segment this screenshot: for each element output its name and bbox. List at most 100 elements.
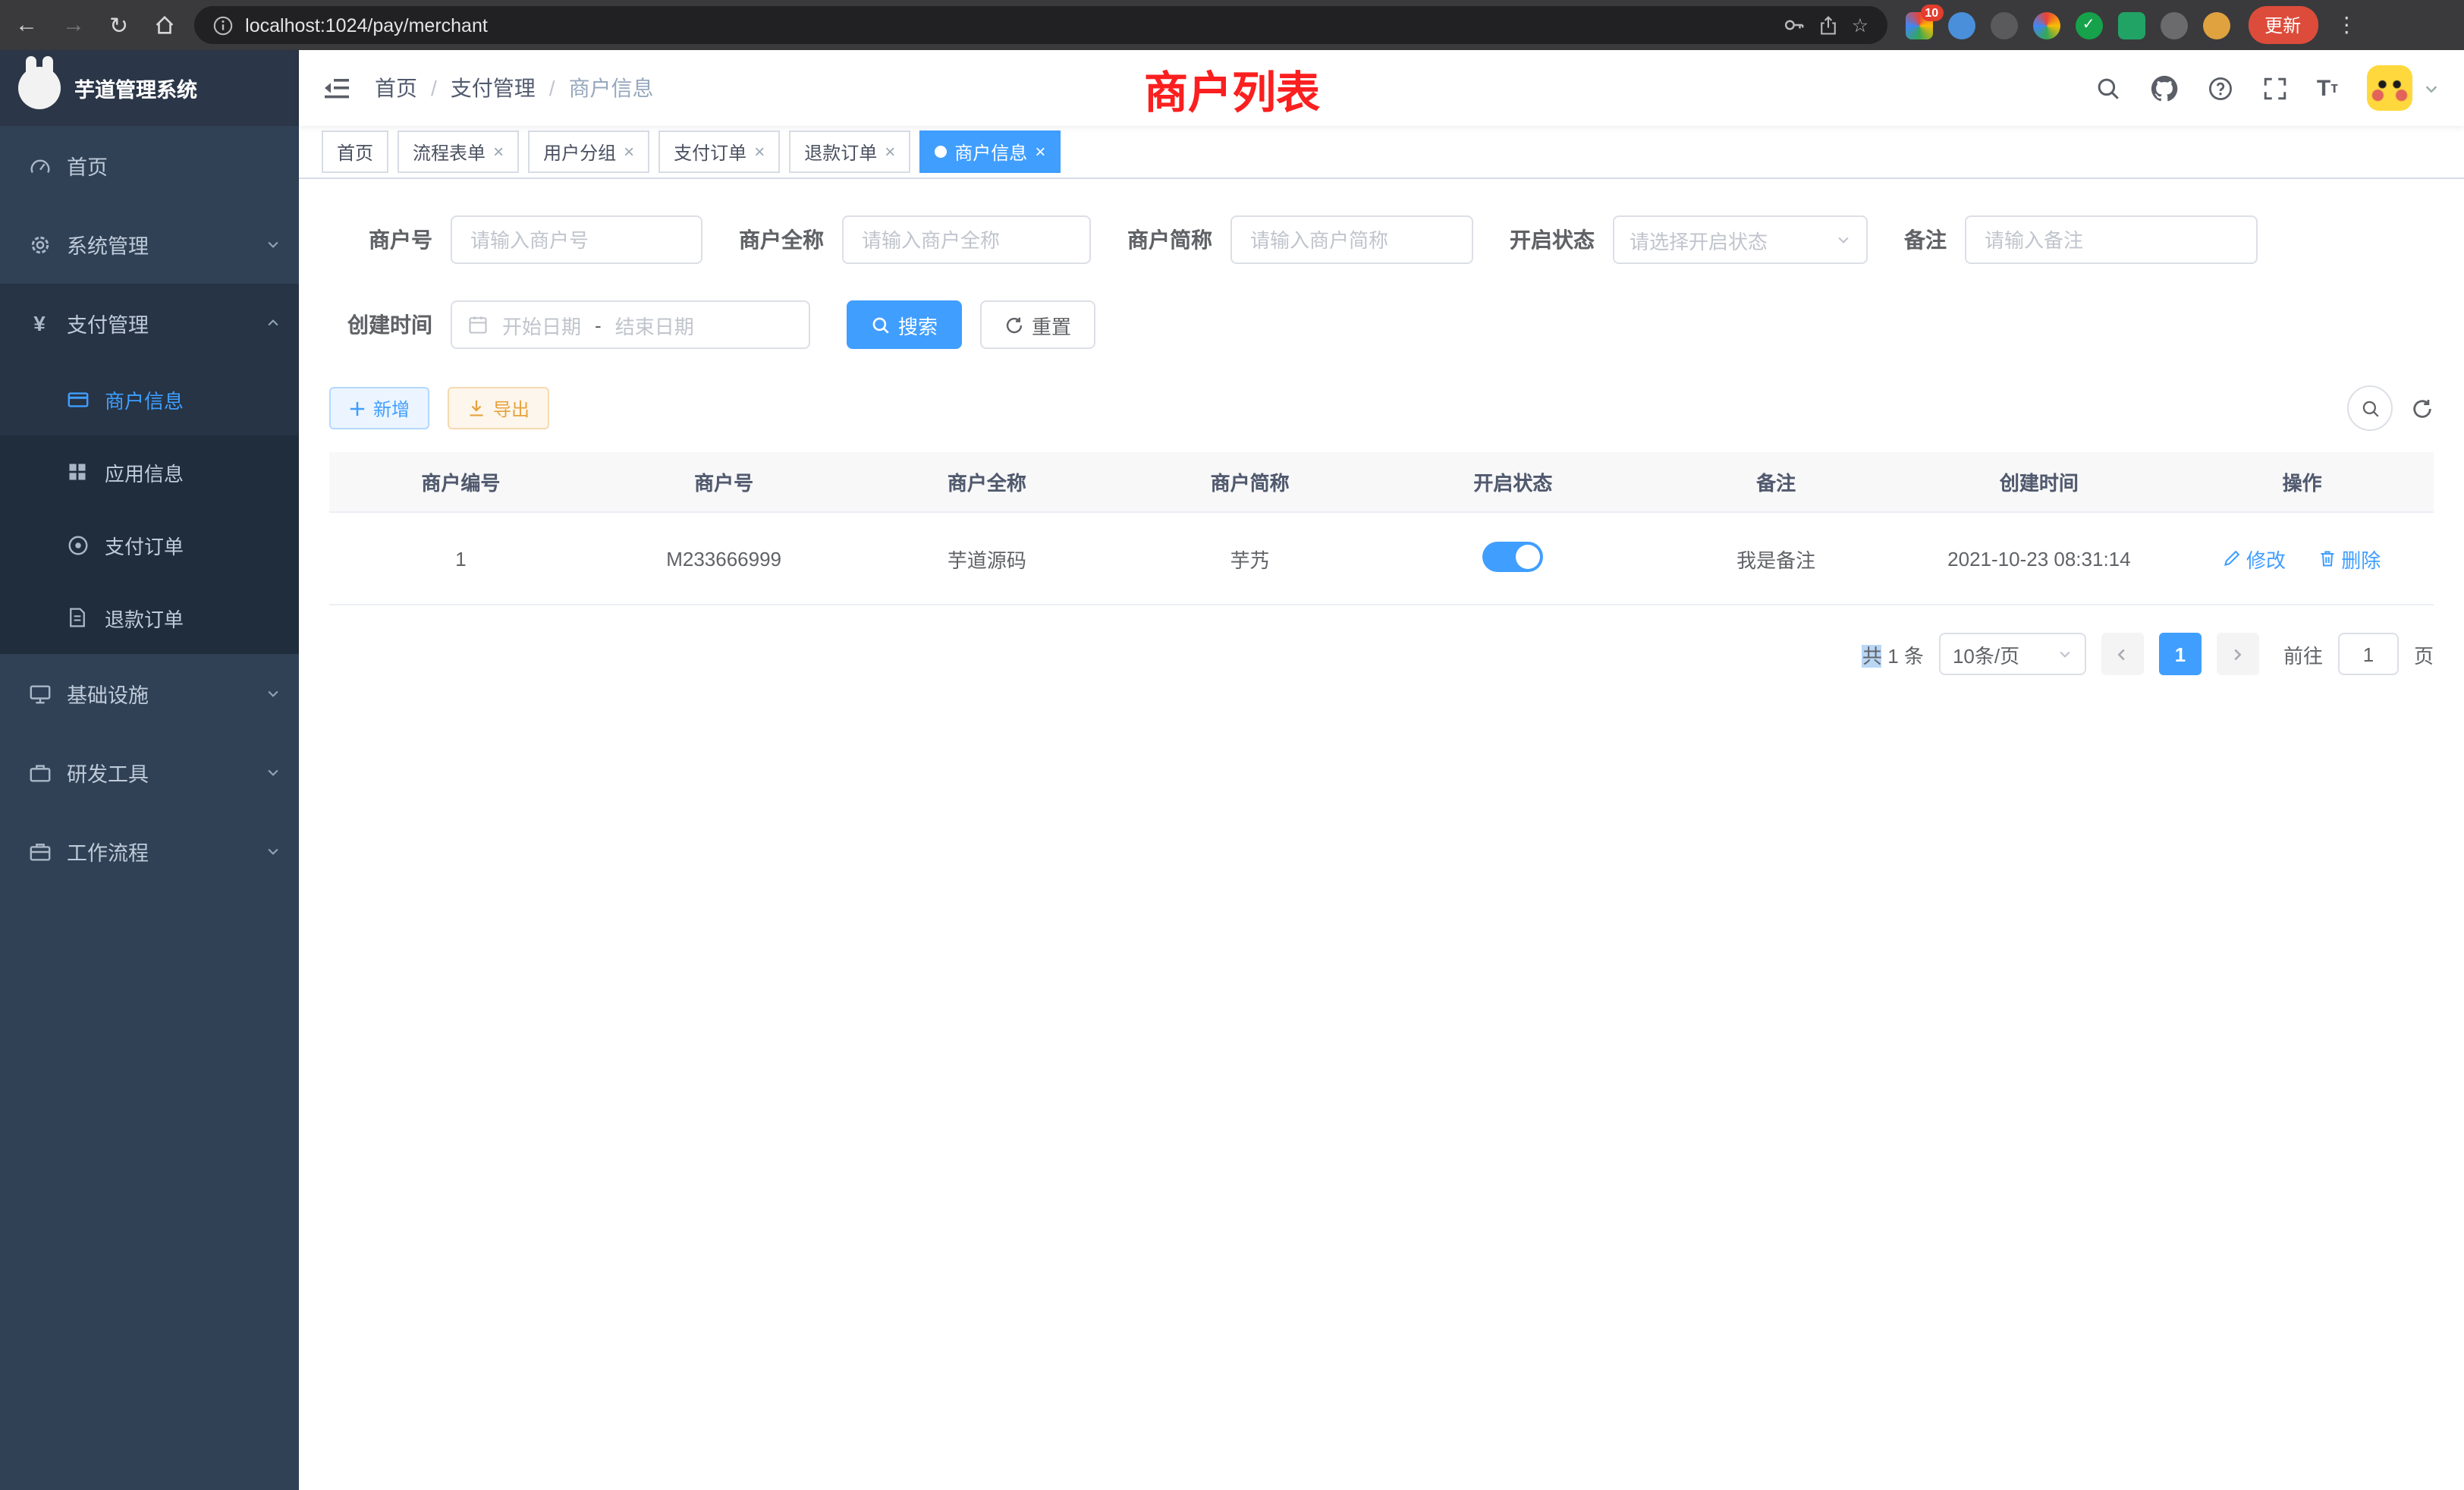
merchant-name-input[interactable] [842, 215, 1091, 264]
goto-suffix: 页 [2414, 640, 2434, 668]
date-range-picker[interactable]: 开始日期 - 结束日期 [451, 300, 810, 349]
github-icon[interactable] [2150, 74, 2179, 102]
close-icon[interactable]: × [754, 143, 765, 161]
prev-page-button[interactable] [2101, 633, 2144, 675]
page-size-select[interactable]: 10条/页 [1939, 633, 2086, 675]
breadcrumb-item-merchant: 商户信息 [569, 73, 654, 103]
screen: ← → ↻ localhost:1024/pay/merchant ☆ 10 [0, 0, 2464, 1490]
table-toolbar: 新增 导出 [329, 385, 2434, 431]
tab-home[interactable]: 首页 [322, 130, 388, 173]
pagination-total: 共 1 条 [1862, 640, 1924, 668]
user-menu[interactable] [2367, 65, 2440, 111]
tab-label: 商户信息 [954, 139, 1027, 165]
sidebar-subitem-payment-order[interactable]: 支付订单 [0, 508, 299, 581]
chevron-down-icon [2057, 646, 2073, 662]
font-size-icon[interactable]: Tт [2317, 75, 2338, 101]
close-icon[interactable]: × [493, 143, 504, 161]
tab-merchant-info[interactable]: 商户信息 × [919, 130, 1061, 173]
plus-icon [349, 400, 366, 417]
site-info-icon[interactable] [212, 14, 233, 36]
page-1-button[interactable]: 1 [2159, 633, 2202, 675]
sidebar-item-infrastructure[interactable]: 基础设施 [0, 654, 299, 733]
chevron-up-icon [266, 316, 281, 331]
tab-payment-order[interactable]: 支付订单 × [658, 130, 780, 173]
cell-full-name: 芋道源码 [856, 512, 1119, 605]
create-time-label: 创建时间 [329, 310, 432, 340]
extensions-row: 10 ✓ [1905, 11, 2230, 39]
sidebar-item-workflow[interactable]: 工作流程 [0, 812, 299, 891]
start-date-placeholder[interactable]: 开始日期 [502, 310, 581, 339]
status-toggle[interactable] [1482, 541, 1543, 571]
sidebar-item-payment[interactable]: ¥ 支付管理 [0, 284, 299, 363]
extension-icon-3[interactable] [1990, 11, 2017, 39]
sidebar-item-system[interactable]: 系统管理 [0, 205, 299, 284]
url-bar[interactable]: localhost:1024/pay/merchant ☆ [193, 6, 1887, 44]
rabbit-logo-icon [18, 67, 61, 109]
reload-button[interactable]: ↻ [109, 11, 128, 39]
next-page-button[interactable] [2217, 633, 2259, 675]
sidebar-toggle-icon[interactable] [323, 76, 350, 100]
extension-icon-2[interactable] [1947, 11, 1975, 39]
page-content: 商户号 商户全称 商户简称 开启状态 请选择开启状态 [299, 179, 2464, 1490]
cell-short-name: 芋艿 [1118, 512, 1381, 605]
app-logo[interactable]: 芋道管理系统 [0, 50, 299, 126]
col-full-name: 商户全称 [856, 452, 1119, 512]
cell-actions: 修改 删除 [2170, 512, 2434, 605]
password-key-icon[interactable] [1784, 14, 1806, 36]
monitor-icon [26, 682, 53, 705]
extension-icon-7[interactable] [2160, 11, 2187, 39]
tab-user-group[interactable]: 用户分组 × [528, 130, 649, 173]
back-button[interactable]: ← [15, 12, 38, 38]
share-icon[interactable] [1818, 14, 1840, 36]
search-toggle-button[interactable] [2347, 385, 2393, 431]
fullscreen-icon[interactable] [2262, 75, 2288, 101]
merchant-no-input[interactable] [451, 215, 702, 264]
close-icon[interactable]: × [1035, 143, 1045, 161]
export-button[interactable]: 导出 [448, 387, 549, 429]
header-search-icon[interactable] [2095, 75, 2121, 101]
sidebar-item-home[interactable]: 首页 [0, 126, 299, 205]
close-icon[interactable]: × [624, 143, 634, 161]
col-remark: 备注 [1645, 452, 1908, 512]
extension-icon-8[interactable] [2202, 11, 2230, 39]
sidebar-subitem-merchant-info[interactable]: 商户信息 [0, 363, 299, 435]
app-navbar: 首页 / 支付管理 / 商户信息 [299, 50, 2464, 126]
sidebar-item-devtools[interactable]: 研发工具 [0, 733, 299, 812]
edit-link[interactable]: 修改 [2224, 544, 2286, 573]
tab-refund-order[interactable]: 退款订单 × [789, 130, 910, 173]
extension-icon-5[interactable]: ✓ [2075, 11, 2102, 39]
status-select[interactable]: 请选择开启状态 [1613, 215, 1868, 264]
remark-input[interactable] [1965, 215, 2258, 264]
forward-button[interactable]: → [62, 12, 85, 38]
sidebar-item-label: 支付管理 [67, 308, 149, 338]
reset-button[interactable]: 重置 [980, 300, 1095, 349]
gear-icon [26, 233, 53, 256]
help-docs-icon[interactable] [2208, 75, 2233, 101]
end-date-placeholder[interactable]: 结束日期 [615, 310, 694, 339]
close-icon[interactable]: × [885, 143, 895, 161]
yen-icon: ¥ [26, 311, 53, 335]
browser-menu-icon[interactable]: ⋮ [2336, 12, 2357, 38]
extension-icon-6[interactable] [2117, 11, 2145, 39]
reset-button-label: 重置 [1032, 310, 1071, 339]
col-actions: 操作 [2170, 452, 2434, 512]
add-button[interactable]: 新增 [329, 387, 429, 429]
col-short-name: 商户简称 [1118, 452, 1381, 512]
browser-update-button[interactable]: 更新 [2248, 6, 2318, 44]
search-button[interactable]: 搜索 [847, 300, 962, 349]
breadcrumb-item-payment[interactable]: 支付管理 [451, 73, 536, 103]
extension-icon-1[interactable]: 10 [1905, 11, 1932, 39]
merchant-short-input[interactable] [1230, 215, 1473, 264]
sidebar-subitem-refund-order[interactable]: 退款订单 [0, 581, 299, 654]
bookmark-star-icon[interactable]: ☆ [1852, 14, 1868, 36]
goto-page-input[interactable] [2338, 633, 2399, 675]
breadcrumb-item-home[interactable]: 首页 [375, 73, 417, 103]
delete-link[interactable]: 删除 [2318, 544, 2381, 573]
tab-label: 首页 [337, 139, 373, 165]
table-refresh-button[interactable] [2411, 397, 2434, 420]
home-button[interactable] [152, 14, 175, 36]
date-separator: - [595, 313, 602, 336]
extension-icon-4[interactable] [2032, 11, 2060, 39]
sidebar-subitem-app-info[interactable]: 应用信息 [0, 435, 299, 508]
tab-process-form[interactable]: 流程表单 × [398, 130, 519, 173]
